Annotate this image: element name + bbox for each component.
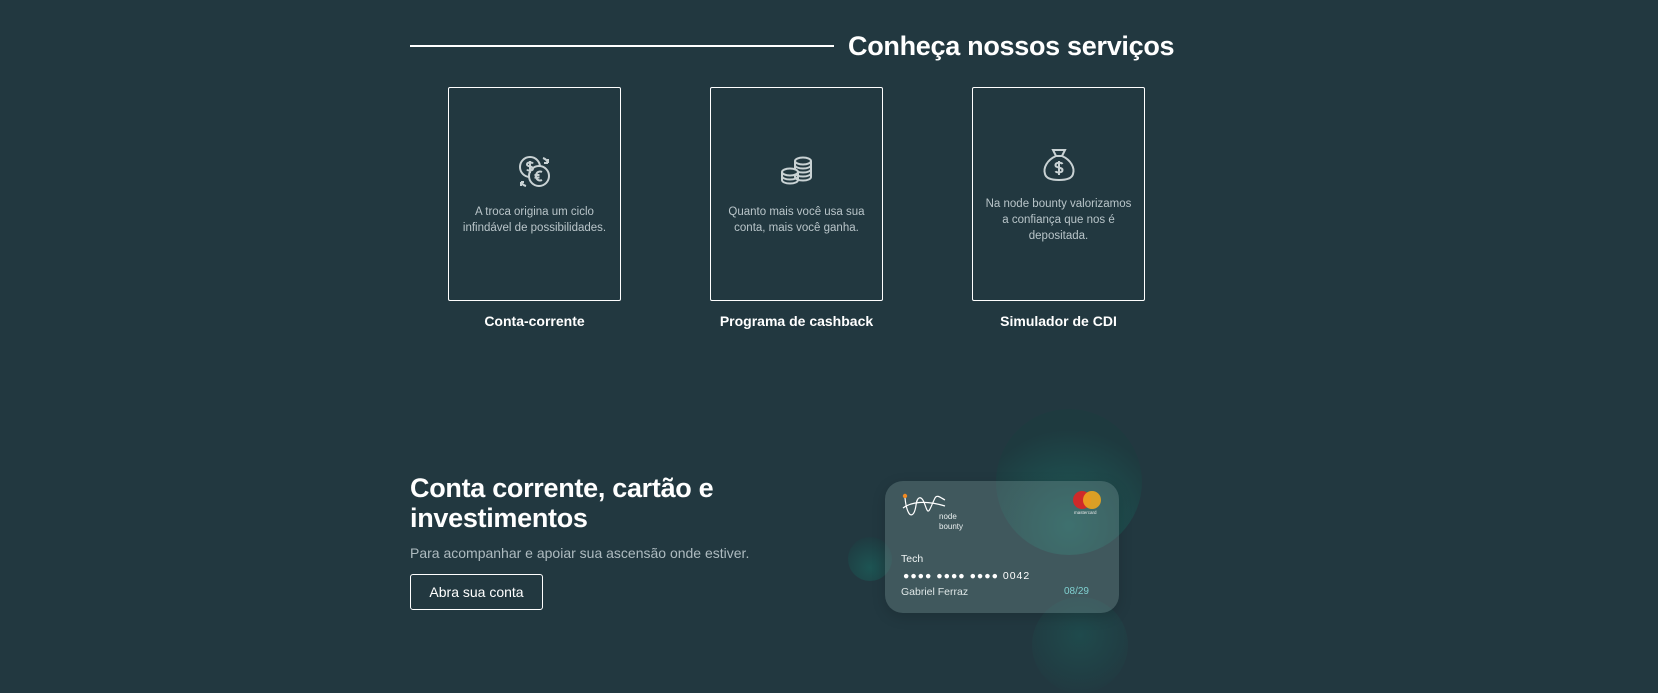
card-brand-line-1: node bbox=[939, 512, 957, 521]
service-card-simulador-cdi[interactable]: Na node bounty valorizamos a confiança q… bbox=[972, 87, 1145, 329]
card-holder-name: Gabriel Ferraz bbox=[901, 586, 969, 598]
card-expiry: 08/29 bbox=[1063, 586, 1089, 597]
promo-title: Conta corrente, cartão e investimentos bbox=[410, 473, 830, 533]
services-title: Conheça nossos serviços bbox=[848, 30, 1175, 61]
service-card-box[interactable]: Quanto mais você usa sua conta, mais voc… bbox=[710, 87, 883, 301]
money-bag-icon bbox=[1039, 144, 1079, 184]
card-network-label: mastercard bbox=[1074, 510, 1097, 515]
coins-stack-icon bbox=[777, 152, 817, 192]
mastercard-logo-icon: mastercard bbox=[1073, 491, 1103, 519]
service-card-box[interactable]: A troca origina um ciclo infindável de p… bbox=[448, 87, 621, 301]
service-card-label[interactable]: Simulador de CDI bbox=[972, 313, 1145, 329]
header-divider-line bbox=[410, 45, 834, 47]
card-type-label: Tech bbox=[901, 553, 924, 565]
open-account-button[interactable]: Abra sua conta bbox=[410, 574, 543, 610]
card-brand-line-2: bounty bbox=[939, 522, 964, 531]
card-brand-name: node bounty bbox=[939, 512, 963, 532]
credit-card-illustration: node bounty mastercard Tech ●●●● ●●●● ●●… bbox=[885, 481, 1119, 613]
currency-exchange-icon bbox=[515, 152, 555, 192]
service-card-description: A troca origina um ciclo infindável de p… bbox=[462, 206, 607, 234]
card-number: ●●●● ●●●● ●●●● 0042 bbox=[903, 570, 1031, 582]
service-card-label[interactable]: Programa de cashback bbox=[710, 313, 883, 329]
promo-subtitle: Para acompanhar e apoiar sua ascensão on… bbox=[410, 545, 750, 561]
promo-title-line-2: investimentos bbox=[410, 503, 588, 533]
service-card-conta-corrente[interactable]: A troca origina um ciclo infindável de p… bbox=[448, 87, 621, 329]
services-header: Conheça nossos serviços bbox=[410, 28, 1190, 64]
promo-section: Conta corrente, cartão e investimentos P… bbox=[410, 473, 830, 610]
service-card-label[interactable]: Conta-corrente bbox=[448, 313, 621, 329]
service-card-description: Quanto mais você usa sua conta, mais voc… bbox=[728, 206, 865, 234]
service-card-box[interactable]: Na node bounty valorizamos a confiança q… bbox=[972, 87, 1145, 301]
service-card-cashback[interactable]: Quanto mais você usa sua conta, mais voc… bbox=[710, 87, 883, 329]
promo-title-line-1: Conta corrente, cartão e bbox=[410, 473, 714, 503]
service-card-description: Na node bounty valorizamos a confiança q… bbox=[985, 198, 1132, 242]
